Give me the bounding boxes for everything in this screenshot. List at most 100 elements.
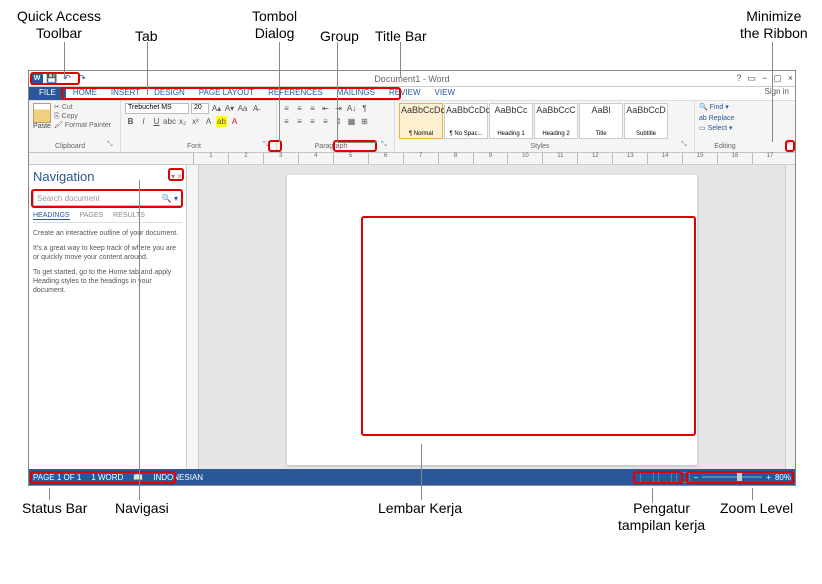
borders-button[interactable]: ⊞ (359, 116, 370, 127)
sign-in-link[interactable]: Sign in (765, 87, 789, 96)
dialog-launcher-clipboard[interactable]: ⤡ (107, 141, 116, 150)
multilevel-button[interactable]: ≡ (307, 103, 318, 114)
align-right-button[interactable]: ≡ (307, 116, 318, 127)
select-button[interactable]: ▭ Select ▾ (699, 124, 751, 135)
line-spacing-button[interactable]: ⇕ (333, 116, 344, 127)
shading-button[interactable]: ▦ (346, 116, 357, 127)
ruler-horizontal[interactable]: 1234567891011121314151617 (29, 153, 795, 165)
style-item-1[interactable]: AaBbCcDc¶ No Spac... (444, 103, 488, 139)
ruler-mark: 1 (193, 153, 228, 164)
paste-button[interactable]: Paste (33, 103, 51, 130)
tab-page-layout[interactable]: PAGE LAYOUT (192, 87, 261, 100)
tab-home[interactable]: HOME (66, 87, 104, 100)
help-icon[interactable]: ? (736, 73, 741, 84)
find-button[interactable]: 🔍 Find ▾ (699, 103, 751, 114)
align-center-button[interactable]: ≡ (294, 116, 305, 127)
subscript-button[interactable]: x₂ (177, 116, 188, 127)
align-left-button[interactable]: ≡ (281, 116, 292, 127)
document-page[interactable] (287, 175, 697, 465)
ruler-mark: 8 (438, 153, 473, 164)
bold-button[interactable]: B (125, 116, 136, 127)
ruler-mark: 4 (298, 153, 333, 164)
dialog-launcher-styles[interactable]: ⤡ (681, 141, 690, 150)
view-print-button[interactable] (658, 472, 672, 483)
ruler-mark: 15 (682, 153, 717, 164)
zoom-in-button[interactable]: + (766, 473, 771, 482)
window-controls: ? ▭ − ▢ × (736, 73, 793, 84)
italic-button[interactable]: I (138, 116, 149, 127)
save-icon[interactable]: 💾 (46, 73, 58, 85)
decrease-indent-button[interactable]: ⇤ (320, 103, 331, 114)
cut-button[interactable]: ✂ Cut (54, 103, 111, 112)
dialog-launcher-paragraph[interactable]: ⤡ (381, 141, 390, 150)
tab-references[interactable]: REFERENCES (261, 87, 330, 100)
group-font: Trebuchet MS 20 A▴ A▾ Aa A̶ B I U abc x₂… (121, 101, 277, 152)
font-label: Font (125, 143, 263, 150)
increase-indent-button[interactable]: ⇥ (333, 103, 344, 114)
nav-tab-pages[interactable]: PAGES (80, 212, 104, 220)
minimize-icon[interactable]: − (762, 73, 767, 84)
justify-button[interactable]: ≡ (320, 116, 331, 127)
view-web-button[interactable] (676, 472, 690, 483)
collapse-ribbon-button[interactable]: ⌃ (784, 141, 791, 150)
style-item-2[interactable]: AaBbCcHeading 1 (489, 103, 533, 139)
ruler-mark: 7 (403, 153, 438, 164)
style-item-4[interactable]: AaBlTitle (579, 103, 623, 139)
grow-font-button[interactable]: A▴ (211, 103, 222, 114)
superscript-button[interactable]: x² (190, 116, 201, 127)
format-painter-button[interactable]: 🖌 Format Painter (54, 121, 111, 130)
tab-review[interactable]: REVIEW (382, 87, 428, 100)
tab-design[interactable]: DESIGN (147, 87, 192, 100)
nav-tab-results[interactable]: RESULTS (113, 212, 145, 220)
nav-search-input[interactable]: Search document 🔍 ▾ (33, 190, 182, 206)
status-words[interactable]: 1 WORD (91, 473, 123, 482)
view-read-button[interactable] (640, 472, 654, 483)
dialog-launcher-font[interactable]: ⤡ (263, 141, 272, 150)
shrink-font-button[interactable]: A▾ (224, 103, 235, 114)
font-name-select[interactable]: Trebuchet MS (125, 103, 189, 114)
change-case-button[interactable]: Aa (237, 103, 248, 114)
scrollbar-vertical[interactable] (785, 165, 795, 469)
font-color-button[interactable]: A (229, 116, 240, 127)
styles-label: Styles (399, 143, 681, 150)
quick-access-toolbar: W 💾 ↶ ↷ (29, 73, 88, 85)
font-size-select[interactable]: 20 (191, 103, 209, 114)
ribbon-display-icon[interactable]: ▭ (747, 73, 756, 84)
bullets-button[interactable]: ≡ (281, 103, 292, 114)
highlight-button[interactable]: ab (216, 116, 227, 127)
text-effects-button[interactable]: A (203, 116, 214, 127)
nav-close-icon[interactable]: × (177, 172, 182, 181)
undo-icon[interactable]: ↶ (61, 73, 73, 85)
replace-button[interactable]: ab Replace (699, 114, 751, 125)
nav-tab-headings[interactable]: HEADINGS (33, 212, 70, 220)
maximize-icon[interactable]: ▢ (773, 73, 782, 84)
redo-icon[interactable]: ↷ (76, 73, 88, 85)
nav-dropdown-icon[interactable]: ▾ (171, 172, 175, 181)
numbering-button[interactable]: ≡ (294, 103, 305, 114)
body-area: Navigation ▾ × Search document 🔍 ▾ HEADI… (29, 165, 795, 469)
style-item-5[interactable]: AaBbCcDSubtitle (624, 103, 668, 139)
clear-formatting-button[interactable]: A̶ (250, 103, 261, 114)
copy-button[interactable]: ⎘ Copy (54, 112, 111, 121)
underline-button[interactable]: U (151, 116, 162, 127)
strike-button[interactable]: abc (164, 116, 175, 127)
sort-button[interactable]: A↓ (346, 103, 357, 114)
close-icon[interactable]: × (788, 73, 793, 84)
style-item-3[interactable]: AaBbCcCHeading 2 (534, 103, 578, 139)
group-paragraph: ≡ ≡ ≡ ⇤ ⇥ A↓ ¶ ≡ ≡ ≡ ≡ ⇕ ▦ ⊞ Paragraph⤡ (277, 101, 395, 152)
tab-view[interactable]: VIEW (428, 87, 462, 100)
ribbon: Paste ✂ Cut ⎘ Copy 🖌 Format Painter Clip… (29, 101, 795, 153)
tab-insert[interactable]: INSERT (104, 87, 147, 100)
zoom-level[interactable]: 80% (775, 473, 791, 482)
zoom-slider[interactable] (702, 476, 762, 478)
status-page[interactable]: PAGE 1 OF 1 (33, 473, 81, 482)
ruler-mark: 5 (333, 153, 368, 164)
ruler-vertical[interactable] (187, 165, 199, 469)
paste-label: Paste (33, 123, 51, 130)
zoom-out-button[interactable]: − (694, 473, 699, 482)
status-language[interactable]: INDONESIAN (153, 473, 203, 482)
ribbon-tabs: FILE HOME INSERT DESIGN PAGE LAYOUT REFE… (29, 87, 795, 101)
tab-file[interactable]: FILE (29, 87, 66, 100)
style-item-0[interactable]: AaBbCcDc¶ Normal (399, 103, 443, 139)
show-marks-button[interactable]: ¶ (359, 103, 370, 114)
